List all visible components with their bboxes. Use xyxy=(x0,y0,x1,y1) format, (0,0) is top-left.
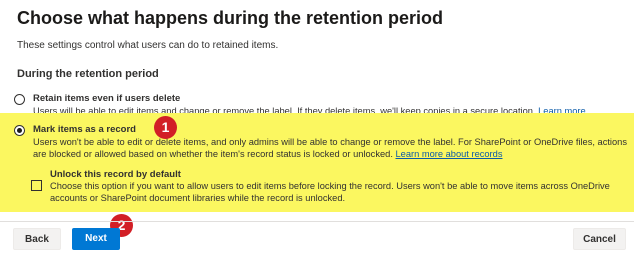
next-button[interactable]: Next xyxy=(72,228,120,250)
retain-radio[interactable] xyxy=(14,94,25,105)
step-1-badge: 1 xyxy=(154,116,177,139)
unlock-description: Choose this option if you want to allow … xyxy=(50,181,610,203)
record-description: Users won't be able to edit or delete it… xyxy=(33,136,633,160)
learn-more-records-link[interactable]: Learn more about records xyxy=(396,149,503,159)
record-radio[interactable] xyxy=(14,125,25,136)
cancel-button[interactable]: Cancel xyxy=(573,228,626,250)
back-button[interactable]: Back xyxy=(13,228,61,250)
unlock-checkbox[interactable] xyxy=(31,180,42,191)
record-description-text: Users won't be able to edit or delete it… xyxy=(33,137,627,159)
unlock-label: Unlock this record by default xyxy=(50,169,181,180)
retain-label: Retain items even if users delete xyxy=(33,93,181,104)
section-heading: During the retention period xyxy=(17,68,159,80)
page-title: Choose what happens during the retention… xyxy=(17,8,444,28)
record-label: Mark items as a record xyxy=(33,124,136,135)
page-description: These settings control what users can do… xyxy=(17,40,279,51)
footer-divider xyxy=(0,221,634,222)
